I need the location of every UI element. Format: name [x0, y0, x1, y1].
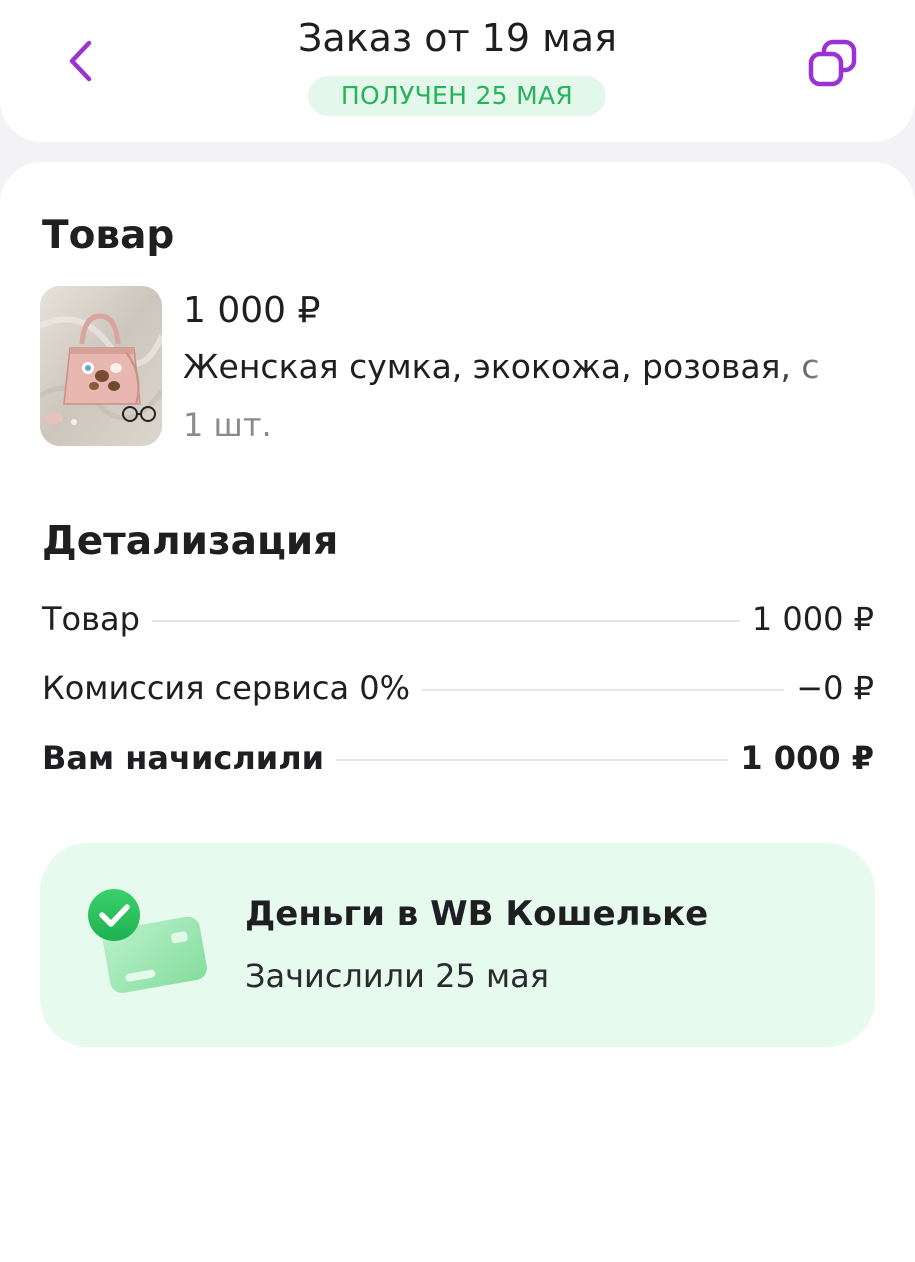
wallet-banner[interactable]: Деньги в WB Кошельке Зачислили 25 мая [40, 843, 875, 1047]
detail-value: −0 ₽ [796, 669, 874, 707]
copy-button[interactable] [804, 36, 862, 90]
product-quantity: 1 шт. [183, 406, 272, 444]
product-name[interactable]: Женская сумка, экокожа, розовая, с [183, 344, 875, 390]
detail-value: 1 000 ₽ [751, 600, 874, 638]
wallet-subtitle: Зачислили 25 мая [245, 957, 549, 995]
handbag-photo-icon [40, 286, 162, 446]
details-section-title: Детализация [42, 519, 339, 564]
detail-label: Товар [42, 600, 140, 638]
detail-value: 1 000 ₽ [740, 739, 874, 777]
product-image[interactable] [40, 286, 162, 446]
leader-line [151, 620, 740, 622]
copy-icon [808, 39, 857, 87]
order-status-badge: ПОЛУЧЕН 25 МАЯ [308, 76, 606, 116]
detail-row-commission: Комиссия сервиса 0% −0 ₽ [42, 665, 874, 711]
detail-row-total: Вам начислили 1 000 ₽ [42, 735, 874, 781]
detail-label: Комиссия сервиса 0% [42, 669, 411, 707]
detail-label: Вам начислили [42, 739, 325, 777]
order-details-card: Товар 1 000 ₽ Женская сумка, экокожа, ро… [0, 162, 915, 1262]
wallet-card-check-icon [84, 885, 208, 1007]
wallet-title: Деньги в WB Кошельке [245, 894, 709, 934]
product-section-title: Товар [42, 213, 175, 258]
leader-line [336, 759, 729, 761]
leader-line [422, 689, 785, 691]
page-title: Заказ от 19 мая [298, 16, 617, 60]
top-bar: Заказ от 19 мая ПОЛУЧЕН 25 МАЯ [0, 0, 915, 142]
detail-row-product: Товар 1 000 ₽ [42, 596, 874, 642]
product-price: 1 000 ₽ [183, 290, 321, 331]
